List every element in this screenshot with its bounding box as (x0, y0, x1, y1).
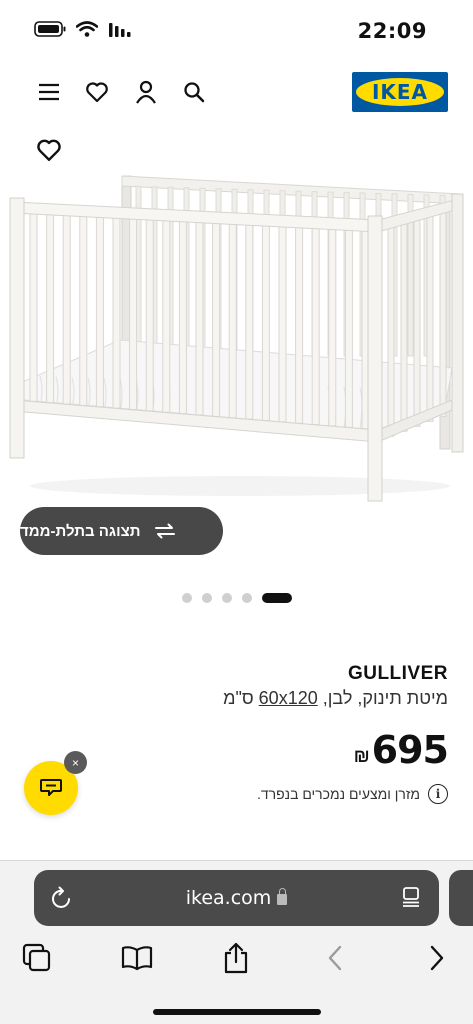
product-price: ₪ 695 (353, 728, 449, 772)
lock-icon (277, 887, 288, 905)
info-icon: i (428, 784, 448, 804)
heart-icon[interactable] (83, 78, 111, 106)
info-note: i מזרן ומצעים נמכרים בנפרד. (257, 784, 448, 804)
status-icons (34, 21, 132, 37)
rotate-3d-icon (154, 523, 175, 539)
back-icon[interactable] (318, 941, 352, 975)
address-bar[interactable]: ikea.com (34, 870, 439, 926)
search-icon[interactable] (180, 78, 208, 106)
forward-icon[interactable] (420, 941, 454, 975)
chat-close-button[interactable]: × (64, 751, 87, 774)
product-size-link[interactable]: 60x120 (259, 688, 318, 708)
gallery-dot[interactable] (221, 593, 232, 603)
info-text: מזרן ומצעים נמכרים בנפרד. (256, 786, 420, 802)
price-currency: ₪ (353, 746, 370, 766)
logo-oval: IKEA (356, 78, 444, 106)
home-indicator (153, 1009, 321, 1015)
next-tab-preview[interactable] (449, 870, 473, 926)
status-time: 22:09 (357, 19, 427, 43)
site-header: IKEA (0, 68, 473, 116)
bookmarks-icon[interactable] (120, 941, 154, 975)
gallery-dot-active[interactable] (261, 593, 292, 603)
reload-icon[interactable] (50, 885, 74, 916)
logo-text: IKEA (371, 80, 429, 104)
browser-toolbar (0, 939, 473, 979)
favorite-product-heart-icon[interactable] (36, 138, 62, 164)
browser-chrome: ikea.com (0, 860, 473, 1024)
status-bar: 22:09 (0, 0, 473, 60)
menu-icon[interactable] (35, 78, 63, 106)
product-description: מיטת תינוק, לבן, 60x120 ס"מ (223, 688, 448, 709)
gallery-dot[interactable] (201, 593, 212, 603)
view-3d-button[interactable]: תצוגה בתלת-ממד (20, 507, 223, 555)
wifi-icon (76, 21, 98, 37)
view-3d-label: תצוגה בתלת-ממד (20, 522, 141, 540)
chat-icon (40, 779, 62, 796)
gallery-dot[interactable] (241, 593, 252, 603)
reader-icon[interactable] (399, 885, 423, 914)
price-value: 695 (371, 728, 449, 772)
product-name: GULLIVER (347, 663, 448, 684)
tabs-icon[interactable] (20, 941, 54, 975)
gallery-pagination (0, 593, 473, 603)
share-icon[interactable] (219, 941, 253, 975)
product-description-text: מיטת תינוק, לבן, (317, 688, 448, 708)
product-image[interactable] (0, 168, 473, 508)
product-size-unit: ס"מ (223, 688, 259, 708)
gallery-dot[interactable] (181, 593, 192, 603)
battery-icon (34, 21, 66, 37)
ikea-logo[interactable]: IKEA (352, 72, 448, 112)
signal-icon (109, 23, 131, 37)
url-text: ikea.com (185, 887, 272, 909)
user-icon[interactable] (132, 78, 160, 106)
